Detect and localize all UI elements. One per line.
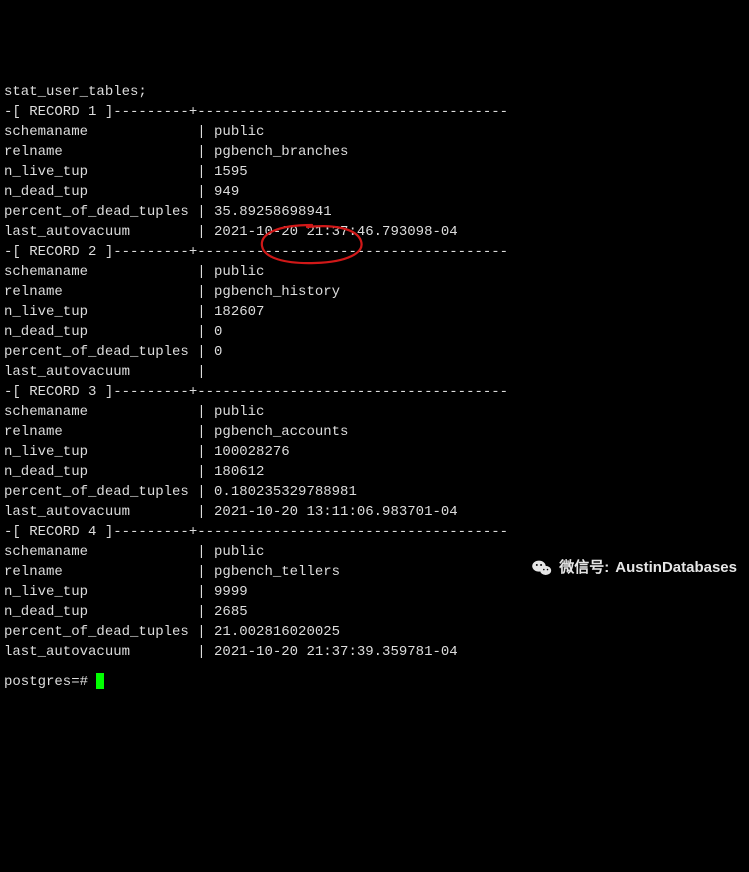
terminal-line: last_autovacuum | 2021-10-20 21:37:46.79… (4, 222, 745, 242)
wechat-icon (531, 557, 553, 579)
terminal-line: -[ RECORD 3 ]---------+-----------------… (4, 382, 745, 402)
terminal-line: relname | pgbench_accounts (4, 422, 745, 442)
terminal-line: -[ RECORD 4 ]---------+-----------------… (4, 522, 745, 542)
watermark: 微信号: AustinDatabases (531, 557, 737, 579)
terminal-line: percent_of_dead_tuples | 21.002816020025 (4, 622, 745, 642)
terminal-line: percent_of_dead_tuples | 0 (4, 342, 745, 362)
terminal-line: n_dead_tup | 180612 (4, 462, 745, 482)
terminal-line: n_dead_tup | 949 (4, 182, 745, 202)
terminal-line: n_dead_tup | 0 (4, 322, 745, 342)
terminal-line: relname | pgbench_branches (4, 142, 745, 162)
terminal-line: percent_of_dead_tuples | 0.1802353297889… (4, 482, 745, 502)
terminal-line: n_live_tup | 100028276 (4, 442, 745, 462)
terminal-line: stat_user_tables; (4, 82, 745, 102)
terminal-line: last_autovacuum | 2021-10-20 13:11:06.98… (4, 502, 745, 522)
prompt-line[interactable]: postgres=# (4, 672, 745, 692)
terminal-line: -[ RECORD 2 ]---------+-----------------… (4, 242, 745, 262)
terminal-line: -[ RECORD 1 ]---------+-----------------… (4, 102, 745, 122)
terminal-line: relname | pgbench_history (4, 282, 745, 302)
terminal-line: schemaname | public (4, 402, 745, 422)
terminal-line: percent_of_dead_tuples | 35.89258698941 (4, 202, 745, 222)
terminal-line: n_live_tup | 182607 (4, 302, 745, 322)
watermark-label: 微信号: (559, 558, 609, 578)
terminal-line: n_live_tup | 9999 (4, 582, 745, 602)
terminal-line: last_autovacuum | 2021-10-20 21:37:39.35… (4, 642, 745, 662)
terminal-line: last_autovacuum | (4, 362, 745, 382)
terminal-line: n_live_tup | 1595 (4, 162, 745, 182)
terminal-line: schemaname | public (4, 262, 745, 282)
terminal-line: n_dead_tup | 2685 (4, 602, 745, 622)
terminal-line: schemaname | public (4, 122, 745, 142)
cursor (96, 673, 104, 689)
terminal-output[interactable]: stat_user_tables;-[ RECORD 1 ]---------+… (4, 82, 745, 692)
watermark-value: AustinDatabases (615, 558, 737, 578)
prompt-text: postgres=# (4, 674, 96, 690)
